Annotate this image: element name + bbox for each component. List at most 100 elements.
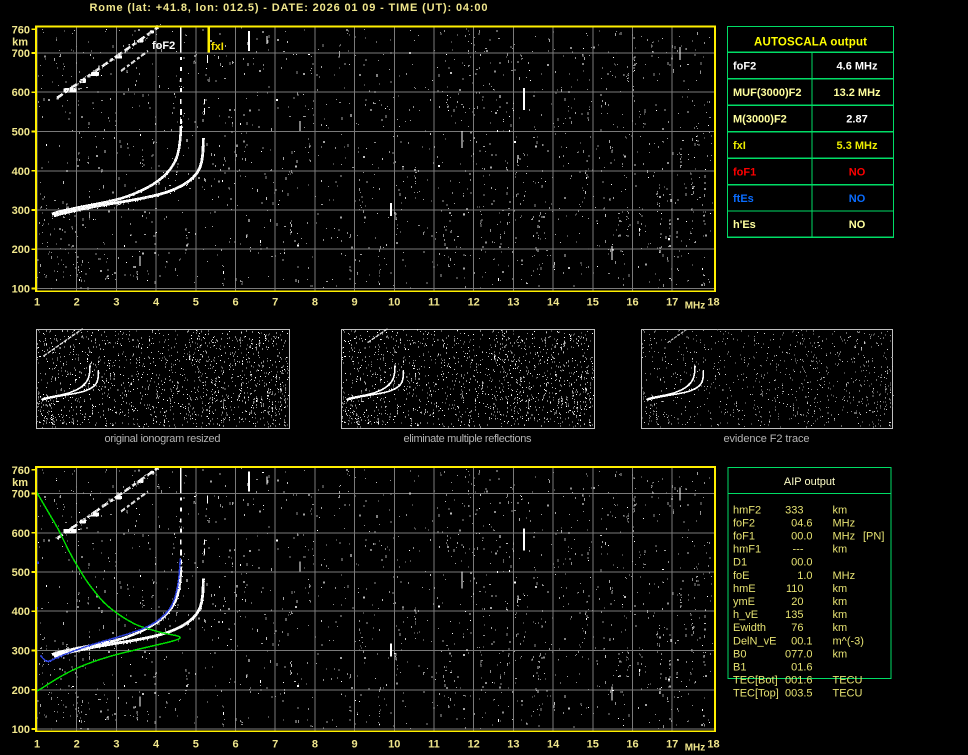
svg-text:evidence F2 trace: evidence F2 trace [724, 433, 810, 445]
svg-text:077.0: 077.0 [785, 648, 813, 660]
svg-text:1.0: 1.0 [797, 570, 812, 582]
svg-text:15: 15 [587, 739, 599, 751]
svg-text:MHz: MHz [685, 301, 706, 312]
svg-text:100: 100 [12, 284, 30, 296]
svg-text:hmF2: hmF2 [733, 504, 761, 516]
svg-text:h'Es: h'Es [733, 219, 756, 231]
svg-text:9: 9 [352, 297, 358, 309]
svg-text:04.6: 04.6 [791, 517, 812, 529]
svg-text:18: 18 [707, 297, 719, 309]
svg-text:100: 100 [12, 724, 30, 736]
svg-text:---: --- [793, 544, 804, 556]
svg-text:2.87: 2.87 [846, 113, 867, 125]
svg-text:333: 333 [785, 504, 803, 516]
svg-text:6: 6 [232, 739, 238, 751]
svg-text:300: 300 [12, 646, 30, 658]
svg-text:12: 12 [468, 739, 480, 751]
svg-text:8: 8 [312, 297, 318, 309]
svg-text:NO: NO [849, 193, 866, 205]
svg-text:00.0: 00.0 [791, 557, 812, 569]
svg-text:TECU: TECU [833, 688, 863, 700]
svg-text:Rome (lat: +41.8, lon: 012.5): Rome (lat: +41.8, lon: 012.5) - DATE: 20… [90, 2, 488, 14]
svg-text:DelN_vE: DelN_vE [733, 635, 776, 647]
svg-text:foF1: foF1 [733, 531, 755, 543]
svg-text:135: 135 [785, 609, 803, 621]
svg-text:m^(-3): m^(-3) [833, 635, 864, 647]
svg-text:4: 4 [153, 739, 160, 751]
svg-text:16: 16 [626, 297, 638, 309]
svg-text:300: 300 [12, 205, 30, 217]
svg-text:11: 11 [428, 739, 440, 751]
svg-text:500: 500 [12, 567, 30, 579]
svg-text:foF2: foF2 [733, 517, 755, 529]
svg-text:original ionogram resized: original ionogram resized [105, 433, 221, 445]
svg-text:10: 10 [388, 739, 400, 751]
svg-text:TECU: TECU [833, 675, 863, 687]
svg-text:400: 400 [12, 606, 30, 618]
svg-text:NO: NO [849, 219, 866, 231]
svg-text:fxI: fxI [733, 140, 746, 152]
svg-text:16: 16 [626, 739, 638, 751]
svg-text:700: 700 [12, 48, 30, 60]
svg-text:6: 6 [232, 297, 238, 309]
svg-text:01.6: 01.6 [791, 662, 812, 674]
svg-text:AUTOSCALA output: AUTOSCALA output [754, 37, 867, 49]
svg-text:003.5: 003.5 [785, 688, 813, 700]
svg-text:600: 600 [12, 528, 30, 540]
svg-text:14: 14 [547, 739, 560, 751]
svg-text:MHz: MHz [833, 570, 856, 582]
svg-text:foF2: foF2 [733, 61, 756, 73]
svg-text:76: 76 [791, 622, 803, 634]
svg-text:km: km [833, 622, 848, 634]
svg-text:km: km [833, 648, 848, 660]
svg-text:13: 13 [507, 297, 519, 309]
svg-text:MUF(3000)F2: MUF(3000)F2 [733, 87, 801, 99]
svg-text:km: km [833, 504, 848, 516]
svg-text:MHz: MHz [833, 517, 856, 529]
svg-text:500: 500 [12, 127, 30, 139]
svg-text:13.2 MHz: 13.2 MHz [833, 87, 881, 99]
svg-text:17: 17 [666, 739, 678, 751]
svg-text:5: 5 [193, 739, 199, 751]
svg-text:B1: B1 [733, 662, 746, 674]
svg-text:2: 2 [74, 297, 80, 309]
svg-text:M(3000)F2: M(3000)F2 [733, 113, 787, 125]
svg-text:20: 20 [791, 596, 803, 608]
svg-text:10: 10 [388, 297, 400, 309]
svg-text:00.0: 00.0 [791, 531, 812, 543]
svg-text:600: 600 [12, 87, 30, 99]
svg-text:MHz: MHz [685, 743, 706, 754]
svg-text:km: km [12, 477, 28, 489]
svg-text:17: 17 [666, 297, 678, 309]
svg-text:1: 1 [34, 739, 40, 751]
svg-text:760: 760 [12, 465, 30, 477]
svg-text:km: km [833, 544, 848, 556]
svg-text:9: 9 [352, 739, 358, 751]
svg-text:foF1: foF1 [733, 166, 756, 178]
svg-text:h_vE: h_vE [733, 609, 758, 621]
svg-text:fxI: fxI [211, 41, 224, 53]
svg-text:12: 12 [468, 297, 480, 309]
svg-text:TEC[Top]: TEC[Top] [733, 688, 779, 700]
svg-text:13: 13 [507, 739, 519, 751]
svg-text:km: km [833, 609, 848, 621]
svg-text:hmE: hmE [733, 583, 756, 595]
svg-text:MHz: MHz [833, 531, 856, 543]
svg-text:8: 8 [312, 739, 318, 751]
svg-text:ftEs: ftEs [733, 193, 754, 205]
svg-text:11: 11 [428, 297, 440, 309]
svg-text:km: km [12, 37, 28, 49]
svg-text:foF2: foF2 [152, 40, 175, 52]
svg-text:4: 4 [153, 297, 160, 309]
svg-text:B0: B0 [733, 648, 746, 660]
svg-text:4.6 MHz: 4.6 MHz [837, 61, 878, 73]
svg-text:760: 760 [12, 25, 30, 37]
svg-text:eliminate multiple reflections: eliminate multiple reflections [404, 433, 533, 445]
svg-text:110: 110 [786, 583, 804, 595]
svg-text:foE: foE [733, 570, 750, 582]
svg-text:TEC[Bot]: TEC[Bot] [733, 675, 778, 687]
svg-text:7: 7 [272, 739, 278, 751]
svg-text:Ewidth: Ewidth [733, 622, 766, 634]
svg-text:km: km [833, 596, 848, 608]
svg-text:14: 14 [547, 297, 560, 309]
